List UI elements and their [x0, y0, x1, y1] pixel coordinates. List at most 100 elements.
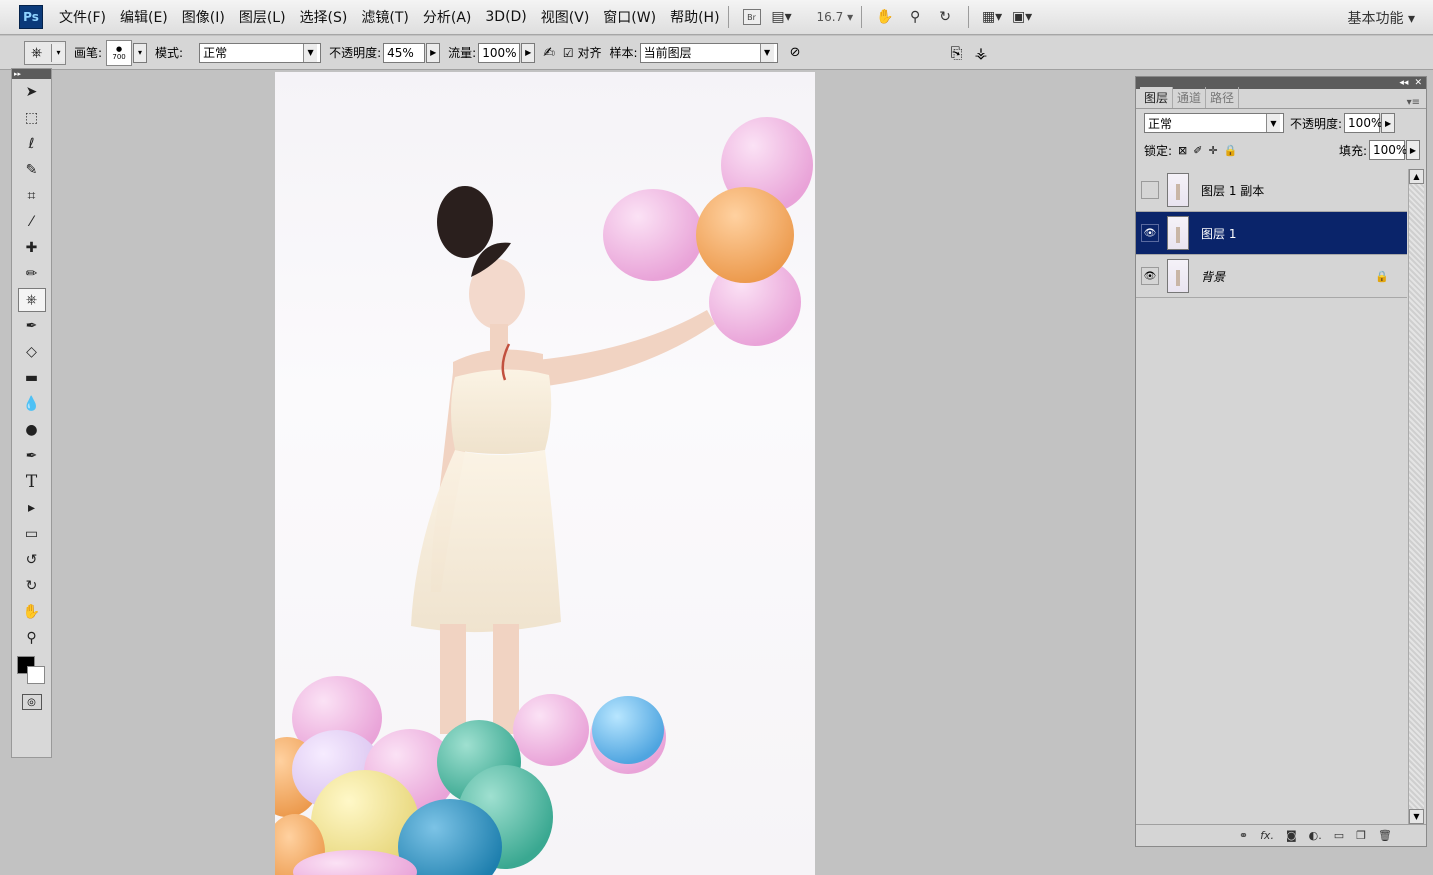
- type-tool-icon[interactable]: T: [18, 470, 46, 494]
- blur-tool-icon[interactable]: 💧: [18, 392, 46, 416]
- visibility-toggle[interactable]: [1141, 181, 1159, 199]
- mini-bridge-button[interactable]: ▤▾: [771, 6, 793, 28]
- aligned-checkbox[interactable]: ☑ 对齐: [563, 44, 602, 61]
- fill-label: 填充:: [1338, 143, 1367, 158]
- menu-3d[interactable]: 3D(D): [485, 9, 526, 25]
- menu-analysis[interactable]: 分析(A): [423, 7, 472, 27]
- tab-layers[interactable]: 图层: [1140, 87, 1174, 108]
- sample-value: 当前图层: [643, 46, 692, 60]
- zoom-tool-button[interactable]: ⚲: [904, 6, 926, 28]
- background-color-swatch[interactable]: [27, 666, 45, 684]
- close-panel-icon[interactable]: ✕: [1414, 78, 1422, 88]
- screen-mode-button[interactable]: ▣▾: [1011, 6, 1033, 28]
- fill-slider-button[interactable]: ▶: [1406, 140, 1420, 160]
- fill-input[interactable]: 100%: [1369, 140, 1408, 160]
- scroll-up-icon[interactable]: ▲: [1409, 169, 1424, 184]
- fill-value: 100%: [1373, 143, 1408, 157]
- lasso-tool-icon[interactable]: ℓ: [18, 132, 46, 156]
- opacity-slider-button[interactable]: ▶: [426, 42, 441, 63]
- hand-tool-icon[interactable]: ✋: [18, 600, 46, 624]
- lock-all-icon[interactable]: 🔒: [1224, 144, 1238, 157]
- opacity-input[interactable]: 45%: [383, 42, 426, 63]
- path-selection-tool-icon[interactable]: ▸: [18, 496, 46, 520]
- bridge-button[interactable]: Br: [741, 6, 763, 28]
- 3d-orbit-tool-icon[interactable]: ↻: [18, 574, 46, 598]
- hand-tool-button[interactable]: ✋: [874, 6, 896, 28]
- layer-row[interactable]: 图层 1 副本: [1136, 169, 1407, 212]
- add-mask-icon[interactable]: ◙: [1286, 829, 1297, 842]
- menu-file[interactable]: 文件(F): [59, 7, 106, 27]
- healing-brush-tool-icon[interactable]: ✚: [18, 236, 46, 260]
- menu-select[interactable]: 选择(S): [300, 7, 348, 27]
- ignore-adjustment-icon[interactable]: ⊘: [790, 45, 801, 60]
- menu-filter[interactable]: 滤镜(T): [361, 7, 408, 27]
- lock-position-icon[interactable]: ✛: [1208, 144, 1217, 157]
- quick-mask-icon[interactable]: ◎: [21, 694, 42, 710]
- tab-paths[interactable]: 路径: [1206, 87, 1240, 108]
- tool-preset-picker[interactable]: ⎈ ▾: [24, 40, 66, 65]
- zoom-tool-icon[interactable]: ⚲: [18, 626, 46, 650]
- link-layers-icon[interactable]: ⚭: [1239, 829, 1248, 842]
- flow-input[interactable]: 100%: [478, 42, 521, 63]
- layer-opacity-slider-button[interactable]: ▶: [1381, 113, 1396, 133]
- document-canvas[interactable]: [275, 72, 815, 875]
- layer-row[interactable]: 👁 背景 🔒: [1136, 255, 1407, 298]
- brush-dropdown-button[interactable]: ▾: [133, 42, 148, 63]
- move-tool-icon[interactable]: ➤: [18, 80, 46, 104]
- eye-icon[interactable]: 👁: [1141, 224, 1159, 242]
- layer-thumbnail: [1167, 173, 1189, 207]
- blend-row: 正常 ▼ 不透明度: 100% ▶: [1136, 109, 1426, 137]
- layer-style-icon[interactable]: fx.: [1260, 829, 1274, 842]
- adjustment-layer-icon[interactable]: ◐.: [1309, 829, 1322, 842]
- layer-opacity-input[interactable]: 100%: [1344, 113, 1382, 133]
- layers-scrollbar[interactable]: ▲ ▼: [1408, 169, 1424, 824]
- clone-source-icon[interactable]: ⎘: [950, 44, 962, 62]
- blend-mode-select[interactable]: 正常 ▼: [1144, 113, 1284, 133]
- marquee-tool-icon[interactable]: ⬚: [18, 106, 46, 130]
- eyedropper-tool-icon[interactable]: ⁄: [18, 210, 46, 234]
- menu-image[interactable]: 图像(I): [182, 7, 225, 27]
- mode-select[interactable]: 正常 ▼: [199, 42, 322, 63]
- menu-layer[interactable]: 图层(L): [239, 7, 286, 27]
- workspace-switcher[interactable]: 基本功能 ▾: [1348, 8, 1415, 28]
- sample-select[interactable]: 当前图层 ▼: [639, 42, 778, 63]
- pen-tool-icon[interactable]: ✒: [18, 444, 46, 468]
- pressure-icon[interactable]: ⚶: [974, 44, 987, 62]
- menu-help[interactable]: 帮助(H): [670, 7, 719, 27]
- menu-edit[interactable]: 编辑(E): [120, 7, 168, 27]
- gradient-tool-icon[interactable]: ▬: [18, 366, 46, 390]
- flow-slider-button[interactable]: ▶: [521, 42, 536, 63]
- eye-icon[interactable]: 👁: [1141, 267, 1159, 285]
- panel-menu-icon[interactable]: ▾≡: [1407, 97, 1420, 108]
- arrange-documents-button[interactable]: ▦▾: [981, 6, 1003, 28]
- brush-picker[interactable]: ● 700: [106, 39, 133, 66]
- lock-pixels-icon[interactable]: ✐: [1193, 144, 1202, 157]
- clone-stamp-tool-icon[interactable]: ⎈: [17, 288, 46, 312]
- eraser-tool-icon[interactable]: ◇: [18, 340, 46, 364]
- quick-selection-tool-icon[interactable]: ✎: [18, 158, 46, 182]
- menu-window[interactable]: 窗口(W): [603, 7, 656, 27]
- airbrush-icon[interactable]: ✍: [543, 45, 555, 61]
- rotate-view-button[interactable]: ↻: [934, 6, 956, 28]
- new-group-icon[interactable]: ▭: [1334, 829, 1344, 842]
- layer-row[interactable]: 👁 图层 1: [1136, 212, 1407, 255]
- 3d-rotate-tool-icon[interactable]: ↺: [18, 548, 46, 572]
- collapse-panel-icon[interactable]: ◂◂: [1399, 78, 1408, 88]
- delete-layer-icon[interactable]: 🗑: [1378, 829, 1392, 842]
- zoom-level[interactable]: 16.7 ▾: [817, 10, 854, 24]
- dodge-tool-icon[interactable]: ●: [18, 418, 46, 442]
- opacity-label: 不透明度:: [329, 46, 382, 60]
- tab-channels[interactable]: 通道: [1173, 87, 1207, 108]
- history-brush-tool-icon[interactable]: ✒: [18, 314, 46, 338]
- crop-tool-icon[interactable]: ⌗: [18, 184, 46, 208]
- workspace-label: 基本功能: [1347, 11, 1404, 27]
- brush-tool-icon[interactable]: ✏: [18, 262, 46, 286]
- scroll-down-icon[interactable]: ▼: [1409, 809, 1424, 824]
- menu-view[interactable]: 视图(V): [541, 7, 590, 27]
- tools-panel: ▸▸ ➤ ⬚ ℓ ✎ ⌗ ⁄ ✚ ✏ ⎈ ✒ ◇ ▬ 💧 ● ✒ T ▸ ▭ ↺…: [11, 68, 52, 758]
- shape-tool-icon[interactable]: ▭: [18, 522, 46, 546]
- flow-value: 100%: [482, 45, 517, 60]
- lock-transparency-icon[interactable]: ⊠: [1178, 144, 1187, 157]
- new-layer-icon[interactable]: ❐: [1356, 829, 1366, 842]
- toolbox-collapse-handle[interactable]: ▸▸: [12, 69, 51, 79]
